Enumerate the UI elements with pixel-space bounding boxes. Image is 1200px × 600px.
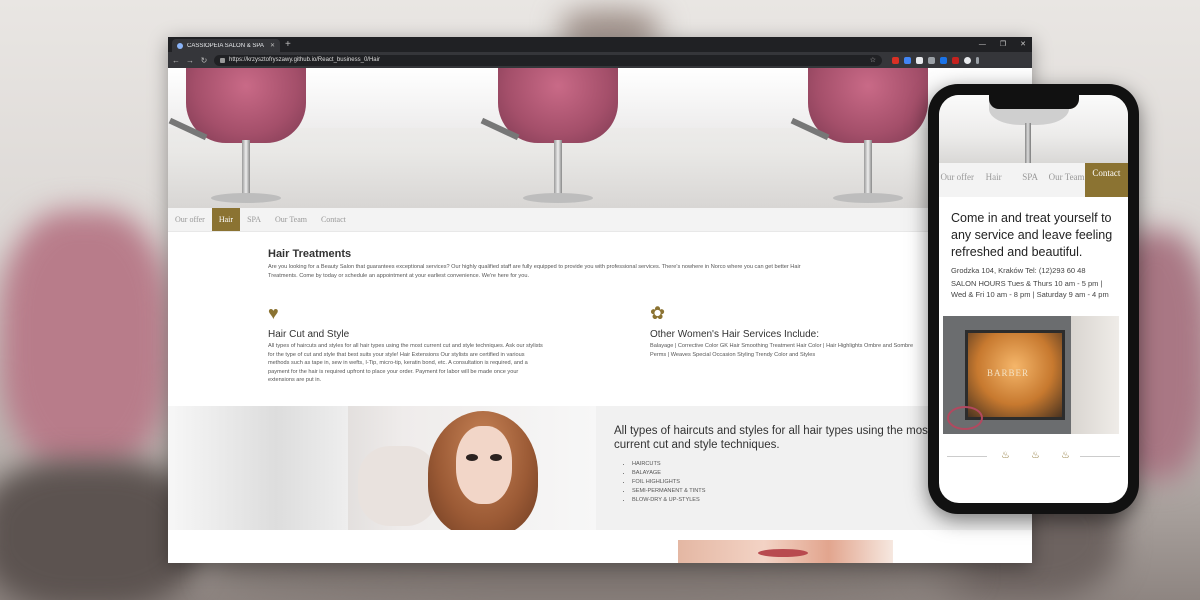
phone-contact-content: Come in and treat yourself to any servic… bbox=[939, 197, 1128, 300]
extension-icon[interactable] bbox=[952, 56, 959, 64]
salon-chair bbox=[186, 68, 306, 143]
divider-line bbox=[1080, 456, 1120, 457]
site-nav: Our offer Hair SPA Our Team Contact bbox=[168, 208, 1032, 232]
stylist-arm bbox=[358, 446, 438, 526]
window-controls: — ❐ ✕ bbox=[979, 38, 1026, 51]
feature-text: All types of haircuts and styles for all… bbox=[596, 406, 934, 530]
chair-pole bbox=[864, 140, 872, 195]
photo-detail bbox=[758, 549, 808, 557]
favicon-icon bbox=[177, 42, 183, 49]
nav-our-offer[interactable]: Our offer bbox=[168, 208, 212, 231]
list-item: BALAYAGE bbox=[632, 469, 934, 478]
model-eye bbox=[490, 454, 502, 461]
model-face bbox=[456, 426, 512, 504]
menu-kebab-icon[interactable] bbox=[976, 56, 979, 64]
nav-contact[interactable]: Contact bbox=[314, 208, 353, 231]
feature-band: All types of haircuts and styles for all… bbox=[168, 406, 1032, 530]
back-icon[interactable]: ← bbox=[172, 56, 180, 65]
close-tab-icon[interactable]: ✕ bbox=[270, 42, 275, 49]
tab-bar: CASSIOPEIA SALON & SPA ✕ + — ❐ ✕ bbox=[168, 37, 1032, 52]
chair-pole bbox=[242, 140, 250, 195]
service-text: Balayage | Corrective Color GK Hair Smoo… bbox=[650, 343, 914, 358]
extension-icon[interactable] bbox=[916, 56, 923, 64]
list-item: FOIL HIGHLIGHTS bbox=[632, 478, 934, 487]
phone-nav-our-offer[interactable]: Our offer bbox=[939, 163, 975, 197]
services-columns: ♥ Hair Cut and Style All types of haircu… bbox=[268, 304, 1032, 385]
nav-hair[interactable]: Hair bbox=[211, 208, 241, 231]
model-eye bbox=[466, 454, 478, 461]
heart-icon: ♥ bbox=[268, 303, 279, 323]
address-bar[interactable]: https://krzysztofryszawy.github.io/React… bbox=[214, 54, 882, 66]
close-window-button[interactable]: ✕ bbox=[1020, 38, 1026, 51]
phone-nav-hair[interactable]: Hair bbox=[975, 163, 1011, 197]
extension-icon[interactable] bbox=[940, 56, 947, 64]
list-item: HAIRCUTS bbox=[632, 460, 934, 469]
bicycle bbox=[947, 406, 983, 430]
maximize-button[interactable]: ❐ bbox=[1000, 38, 1006, 51]
browser-toolbar: ← → ↻ https://krzysztofryszawy.github.io… bbox=[168, 52, 1032, 68]
shop-sign: BARBER bbox=[987, 368, 1030, 378]
phone-notch bbox=[989, 95, 1079, 109]
hero-image-salon-chairs bbox=[168, 68, 1032, 208]
service-text: All types of haircuts and styles for all… bbox=[268, 343, 543, 383]
url-text: https://krzysztofryszawy.github.io/React… bbox=[229, 57, 380, 63]
stylist-photo bbox=[168, 406, 596, 530]
extension-icons bbox=[892, 56, 979, 64]
minimize-button[interactable]: — bbox=[979, 38, 986, 51]
service-title: Hair Cut and Style bbox=[268, 329, 350, 340]
phone-site-nav: Our offer Hair SPA Our Team Contact bbox=[939, 163, 1128, 197]
tab-title: CASSIOPEIA SALON & SPA bbox=[187, 42, 264, 49]
browser-tab[interactable]: CASSIOPEIA SALON & SPA ✕ bbox=[172, 39, 280, 52]
lotus-icon: ♨ bbox=[1061, 450, 1070, 461]
main-content: Hair Treatments Are you looking for a Be… bbox=[168, 232, 1032, 385]
extension-icon[interactable] bbox=[892, 56, 899, 64]
salon-hours: SALON HOURS Tues & Thurs 10 am - 5 pm | … bbox=[951, 279, 1109, 299]
new-tab-button[interactable]: + bbox=[285, 38, 291, 51]
lotus-icon: ♨ bbox=[1031, 450, 1040, 461]
nav-spa[interactable]: SPA bbox=[240, 208, 268, 231]
phone-nav-spa[interactable]: SPA bbox=[1012, 163, 1048, 197]
lotus-icon: ♨ bbox=[1001, 450, 1010, 461]
bookmark-star-icon[interactable]: ☆ bbox=[870, 56, 876, 64]
forward-icon[interactable]: → bbox=[186, 56, 194, 65]
profile-avatar[interactable] bbox=[964, 56, 971, 64]
barber-shop-photo: BARBER bbox=[943, 316, 1119, 434]
salon-chair bbox=[498, 68, 618, 143]
salon-chair bbox=[808, 68, 928, 143]
divider-line bbox=[947, 456, 987, 457]
feature-title: All types of haircuts and styles for all… bbox=[614, 425, 932, 451]
reload-icon[interactable]: ↻ bbox=[200, 56, 208, 65]
lock-icon bbox=[220, 57, 225, 63]
browser-window: CASSIOPEIA SALON & SPA ✕ + — ❐ ✕ ← → ↻ h… bbox=[168, 37, 1032, 563]
decorative-divider: ♨ ♨ ♨ bbox=[947, 450, 1120, 462]
shop-wall bbox=[1071, 316, 1119, 434]
service-list: HAIRCUTS BALAYAGE FOIL HIGHLIGHTS SEMI-P… bbox=[632, 460, 934, 505]
blurred-chair bbox=[0, 210, 170, 470]
nav-our-team[interactable]: Our Team bbox=[268, 208, 314, 231]
phone-screen: Our offer Hair SPA Our Team Contact Come… bbox=[939, 95, 1128, 503]
contact-heading: Come in and treat yourself to any servic… bbox=[951, 211, 1113, 259]
section-title: Hair Treatments bbox=[268, 248, 352, 260]
chair-base bbox=[211, 193, 281, 203]
chair-pole bbox=[1025, 123, 1031, 163]
phone-nav-our-team[interactable]: Our Team bbox=[1048, 163, 1085, 197]
extension-icon[interactable] bbox=[928, 56, 935, 64]
service-card-haircut: ♥ Hair Cut and Style All types of haircu… bbox=[268, 304, 650, 385]
chair-base bbox=[833, 193, 903, 203]
extension-icon[interactable] bbox=[904, 56, 911, 64]
phone-nav-contact[interactable]: Contact bbox=[1084, 163, 1128, 197]
contact-address: Grodzka 104, Kraków Tel: (12)293 60 48 bbox=[951, 266, 1086, 275]
phone-mockup: Our offer Hair SPA Our Team Contact Come… bbox=[928, 84, 1139, 514]
photo-background bbox=[168, 406, 348, 530]
next-section bbox=[168, 530, 1032, 563]
chair-base bbox=[523, 193, 593, 203]
list-item: BLOW-DRY & UP-STYLES bbox=[632, 496, 934, 505]
section-intro: Are you looking for a Beauty Salon that … bbox=[268, 264, 801, 279]
list-item: SEMI-PERMANENT & TINTS bbox=[632, 487, 934, 496]
chair-pole bbox=[554, 140, 562, 195]
